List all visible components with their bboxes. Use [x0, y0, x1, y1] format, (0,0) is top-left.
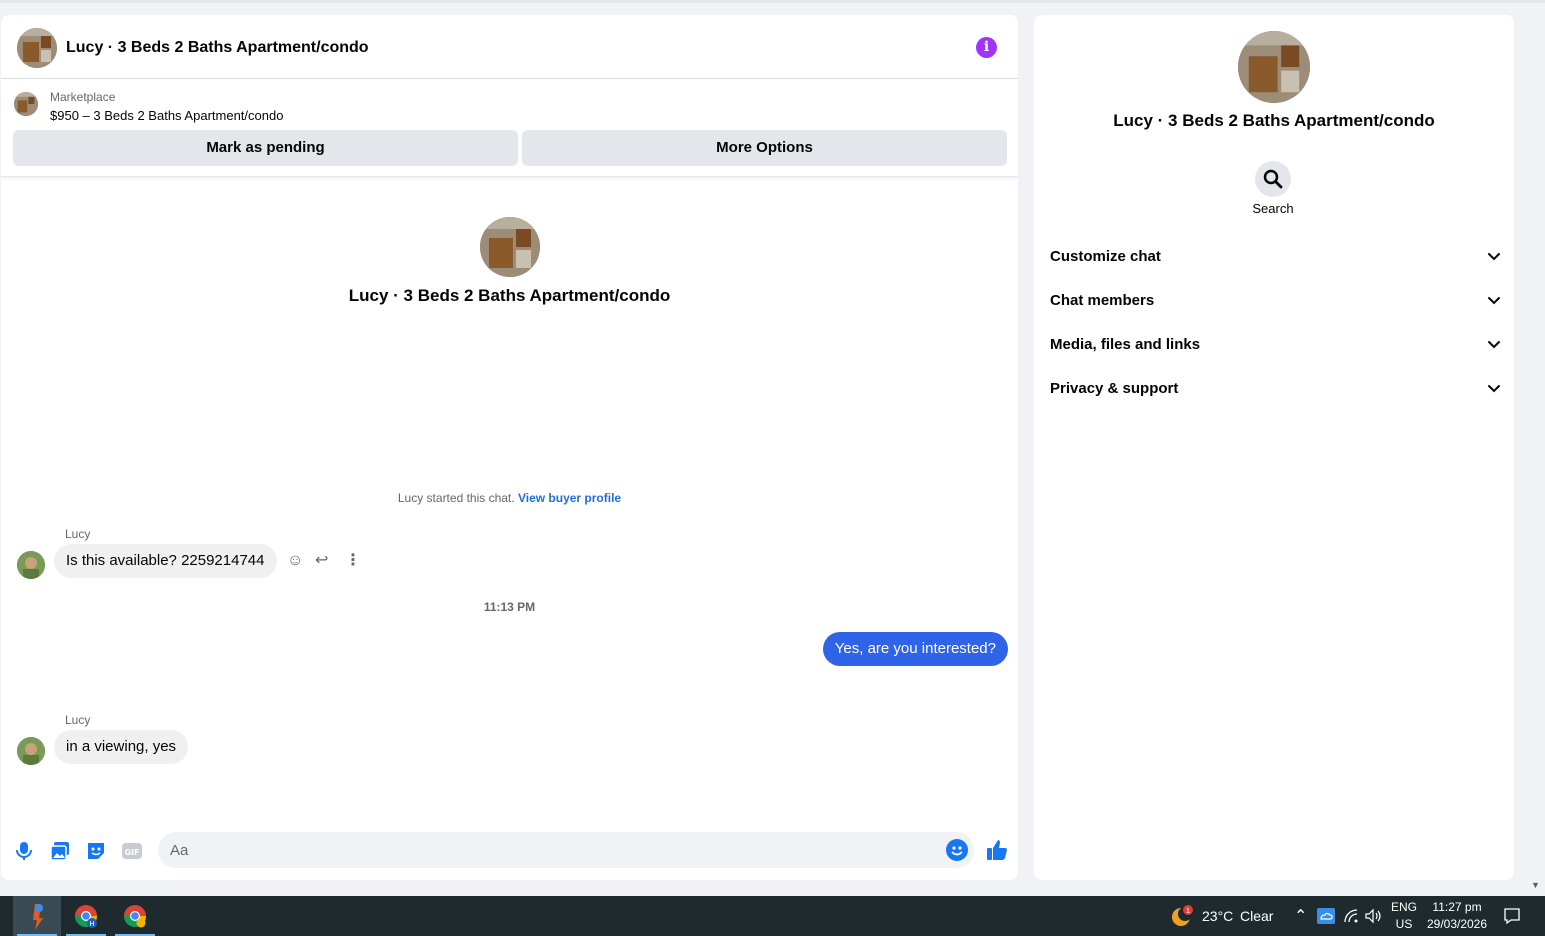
section-label: Customize chat: [1050, 248, 1161, 265]
taskbar: H 1 23°C Clear ⌃ ENG US 11:27 pm 29/03/2…: [0, 896, 1545, 936]
search-button[interactable]: [1255, 161, 1291, 197]
listing-summary[interactable]: $950 – 3 Beds 2 Baths Apartment/condo: [50, 108, 283, 123]
clock[interactable]: 11:27 pm 29/03/2026: [1422, 900, 1492, 931]
gif-icon[interactable]: GIF: [121, 840, 143, 862]
message-actions: ☺ ↩ ⋮: [287, 551, 367, 571]
chat-panel: Lucy · 3 Beds 2 Baths Apartment/condo i …: [1, 15, 1018, 880]
language-indicator[interactable]: ENG US: [1386, 900, 1422, 931]
microphone-icon[interactable]: [13, 840, 35, 862]
network-icon[interactable]: [1343, 908, 1359, 924]
chevron-up-icon[interactable]: ⌃: [1294, 906, 1307, 926]
details-title: Lucy · 3 Beds 2 Baths Apartment/condo: [1113, 111, 1435, 130]
chat-title[interactable]: Lucy · 3 Beds 2 Baths Apartment/condo: [66, 39, 369, 57]
window-top-border: [0, 0, 1545, 3]
outgoing-message-bubble[interactable]: Yes, are you interested?: [822, 632, 1008, 666]
search-label: Search: [1252, 201, 1294, 216]
message-timestamp: 11:13 PM: [483, 600, 536, 614]
message-sender: Lucy: [65, 713, 91, 727]
weather-description[interactable]: Clear: [1240, 908, 1273, 924]
sender-avatar[interactable]: [17, 737, 45, 765]
section-customize-chat[interactable]: Customize chat: [1050, 239, 1502, 275]
emoji-icon[interactable]: [946, 839, 968, 861]
section-label: Privacy & support: [1050, 380, 1179, 397]
section-media-files-links[interactable]: Media, files and links: [1050, 327, 1502, 363]
chrome-icon[interactable]: [111, 896, 159, 936]
details-avatar[interactable]: [1238, 31, 1310, 103]
marketplace-label: Marketplace: [50, 90, 116, 104]
language-code: ENG: [1390, 900, 1417, 914]
keyboard-layout: US: [1395, 917, 1413, 931]
scrollbar-down-arrow[interactable]: ▼: [1531, 880, 1540, 890]
onedrive-icon[interactable]: [1317, 908, 1335, 924]
chevron-down-icon: [1488, 253, 1500, 261]
chrome-icon[interactable]: H: [62, 896, 110, 936]
system-message-text: Lucy started this chat.: [397, 491, 515, 505]
volume-icon[interactable]: [1364, 908, 1382, 924]
listing-thumbnail[interactable]: [14, 92, 38, 116]
react-icon[interactable]: ☺: [287, 551, 303, 571]
more-icon[interactable]: ⋮: [345, 551, 361, 571]
intro-title: Lucy · 3 Beds 2 Baths Apartment/condo: [348, 286, 671, 305]
chevron-down-icon: [1488, 297, 1500, 305]
sticker-icon[interactable]: [85, 840, 107, 862]
section-label: Chat members: [1050, 292, 1155, 309]
section-label: Media, files and links: [1050, 336, 1201, 353]
photo-icon[interactable]: [49, 840, 71, 862]
weather-temperature[interactable]: 23°C: [1202, 908, 1233, 924]
intro-avatar: [480, 217, 540, 277]
weather-badge: 1: [1186, 907, 1190, 915]
section-chat-members[interactable]: Chat members: [1050, 283, 1502, 319]
svg-text:GIF: GIF: [124, 848, 139, 857]
system-message: Lucy started this chat. View buyer profi…: [1, 491, 1018, 505]
svg-text:H: H: [89, 920, 94, 928]
weather-moon-icon[interactable]: 1: [1170, 904, 1194, 928]
sender-avatar[interactable]: [17, 551, 45, 579]
more-options-button[interactable]: More Options: [522, 130, 1007, 166]
message-input[interactable]: [158, 832, 974, 868]
message-sender: Lucy: [65, 527, 91, 541]
notification-icon[interactable]: [1503, 907, 1521, 925]
mark-as-pending-button[interactable]: Mark as pending: [13, 130, 518, 166]
info-icon[interactable]: i: [976, 37, 997, 58]
taskbar-app-pinned[interactable]: [13, 896, 61, 936]
thumbs-up-icon[interactable]: [985, 838, 1009, 862]
chat-header: Lucy · 3 Beds 2 Baths Apartment/condo i: [1, 15, 1018, 79]
reply-icon[interactable]: ↩: [315, 551, 328, 571]
section-privacy-support[interactable]: Privacy & support: [1050, 371, 1502, 407]
message-bubble[interactable]: Is this available? 2259214744: [54, 544, 277, 578]
clock-date: 29/03/2026: [1426, 917, 1488, 931]
chevron-down-icon: [1488, 341, 1500, 349]
details-panel: Lucy · 3 Beds 2 Baths Apartment/condo Se…: [1034, 15, 1514, 880]
chevron-down-icon: [1488, 385, 1500, 393]
clock-time: 11:27 pm: [1432, 900, 1482, 914]
listing-avatar[interactable]: [17, 28, 57, 68]
view-buyer-profile-link[interactable]: View buyer profile: [518, 491, 621, 505]
marketplace-listing-bar: Marketplace $950 – 3 Beds 2 Baths Apartm…: [1, 79, 1018, 177]
message-bubble[interactable]: in a viewing, yes: [54, 730, 189, 764]
